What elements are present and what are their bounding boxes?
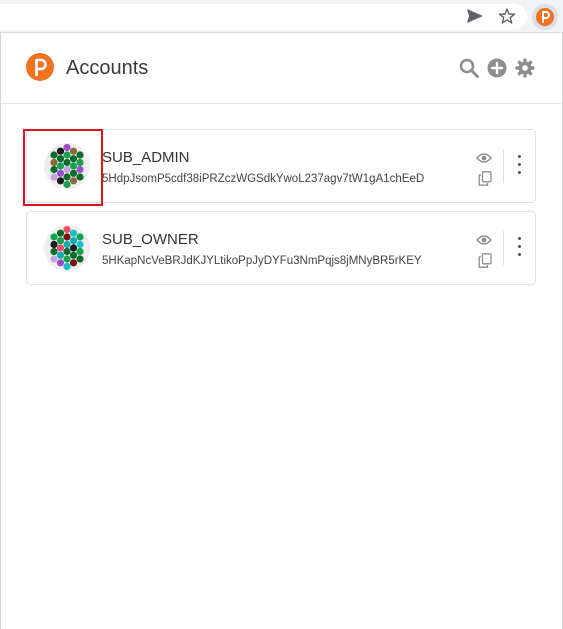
page-title: Accounts [66,57,149,79]
eye-icon[interactable] [476,152,492,164]
eye-icon[interactable] [476,234,492,246]
identicon-avatar [44,225,90,271]
browser-toolbar [0,0,563,33]
account-name: SUB_OWNER [102,231,199,248]
more-options-icon[interactable] [513,237,525,259]
copy-icon[interactable] [478,171,492,186]
account-card[interactable]: SUB_OWNER 5HKapNcVeBRJdKJYLtikoPpJyDYFu3… [26,211,536,285]
add-icon[interactable] [487,58,507,78]
star-icon[interactable] [498,8,516,24]
send-icon[interactable] [466,8,484,24]
polkadot-extension-button[interactable] [532,4,558,30]
more-options-icon[interactable] [513,155,525,177]
gear-icon[interactable] [515,58,535,78]
search-icon[interactable] [459,58,479,78]
account-address: 5HdpJsomP5cdf38iPRZczWGSdkYwoL237agv7tW1… [102,173,425,185]
popup-header: Accounts [1,33,562,104]
account-address: 5HKapNcVeBRJdKJYLtikoPpJyDYFu3NmPqjs8jMN… [102,255,422,267]
account-name: SUB_ADMIN [102,149,190,166]
address-bar[interactable] [0,4,527,30]
polkadot-logo-icon [26,53,54,81]
copy-icon[interactable] [478,253,492,268]
annotation-highlight-box [23,129,103,206]
extension-popup: Accounts SUB_ADMIN 5HdpJsomP5cdf38iPRZcz… [0,33,563,629]
divider [503,231,504,265]
divider [503,149,504,183]
polkadot-extension-icon [536,8,554,26]
